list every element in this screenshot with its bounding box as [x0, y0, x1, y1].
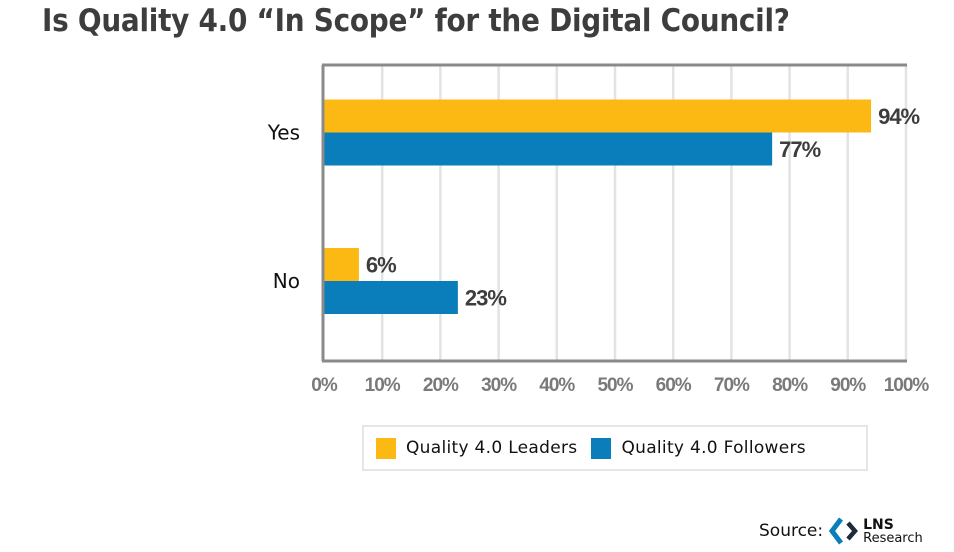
x-tick-label: 10%: [365, 375, 401, 396]
data-label: 77%: [779, 137, 820, 162]
x-tick-label: 30%: [481, 375, 517, 396]
lns-logo-icon: [829, 517, 859, 545]
category-label: No: [273, 269, 300, 293]
legend-swatch-followers: [591, 437, 612, 459]
x-tick-label: 80%: [772, 375, 808, 396]
bar: [324, 132, 773, 166]
data-label: 23%: [465, 286, 506, 311]
data-label: 6%: [366, 253, 396, 278]
x-tick-label: 50%: [597, 375, 633, 396]
data-label: 94%: [878, 104, 919, 129]
legend: Quality 4.0 Leaders Quality 4.0 Follower…: [362, 425, 868, 471]
x-tick-label: 90%: [830, 375, 866, 396]
lns-logo-text: LNS Research: [863, 518, 923, 545]
logo-brand-sub: Research: [863, 530, 923, 546]
x-tick-label: 60%: [656, 375, 692, 396]
source-label: Source:: [759, 521, 824, 541]
legend-label-followers: Quality 4.0 Followers: [621, 438, 806, 458]
x-tick-label: 70%: [714, 375, 750, 396]
legend-swatch-leaders: [376, 437, 396, 459]
x-tick-label: 100%: [884, 375, 930, 396]
x-tick-label: 0%: [311, 375, 338, 396]
category-label: Yes: [267, 121, 300, 145]
bar: [324, 281, 458, 314]
bar: [324, 248, 359, 281]
source-attribution: Source: LNS Research: [759, 517, 923, 545]
bar: [324, 99, 872, 133]
legend-item-leaders: Quality 4.0 Leaders: [376, 437, 578, 459]
legend-item-followers: Quality 4.0 Followers: [591, 437, 806, 459]
x-tick-label: 20%: [423, 375, 459, 396]
bar-chart: 0% 10% 20% 30% 40% 50% 60% 70% 80% 90% 100% 94% 77% Y…: [267, 63, 930, 396]
legend-label-leaders: Quality 4.0 Leaders: [406, 438, 578, 458]
x-tick-label: 40%: [539, 375, 575, 396]
logo-brand: LNS: [863, 516, 894, 533]
